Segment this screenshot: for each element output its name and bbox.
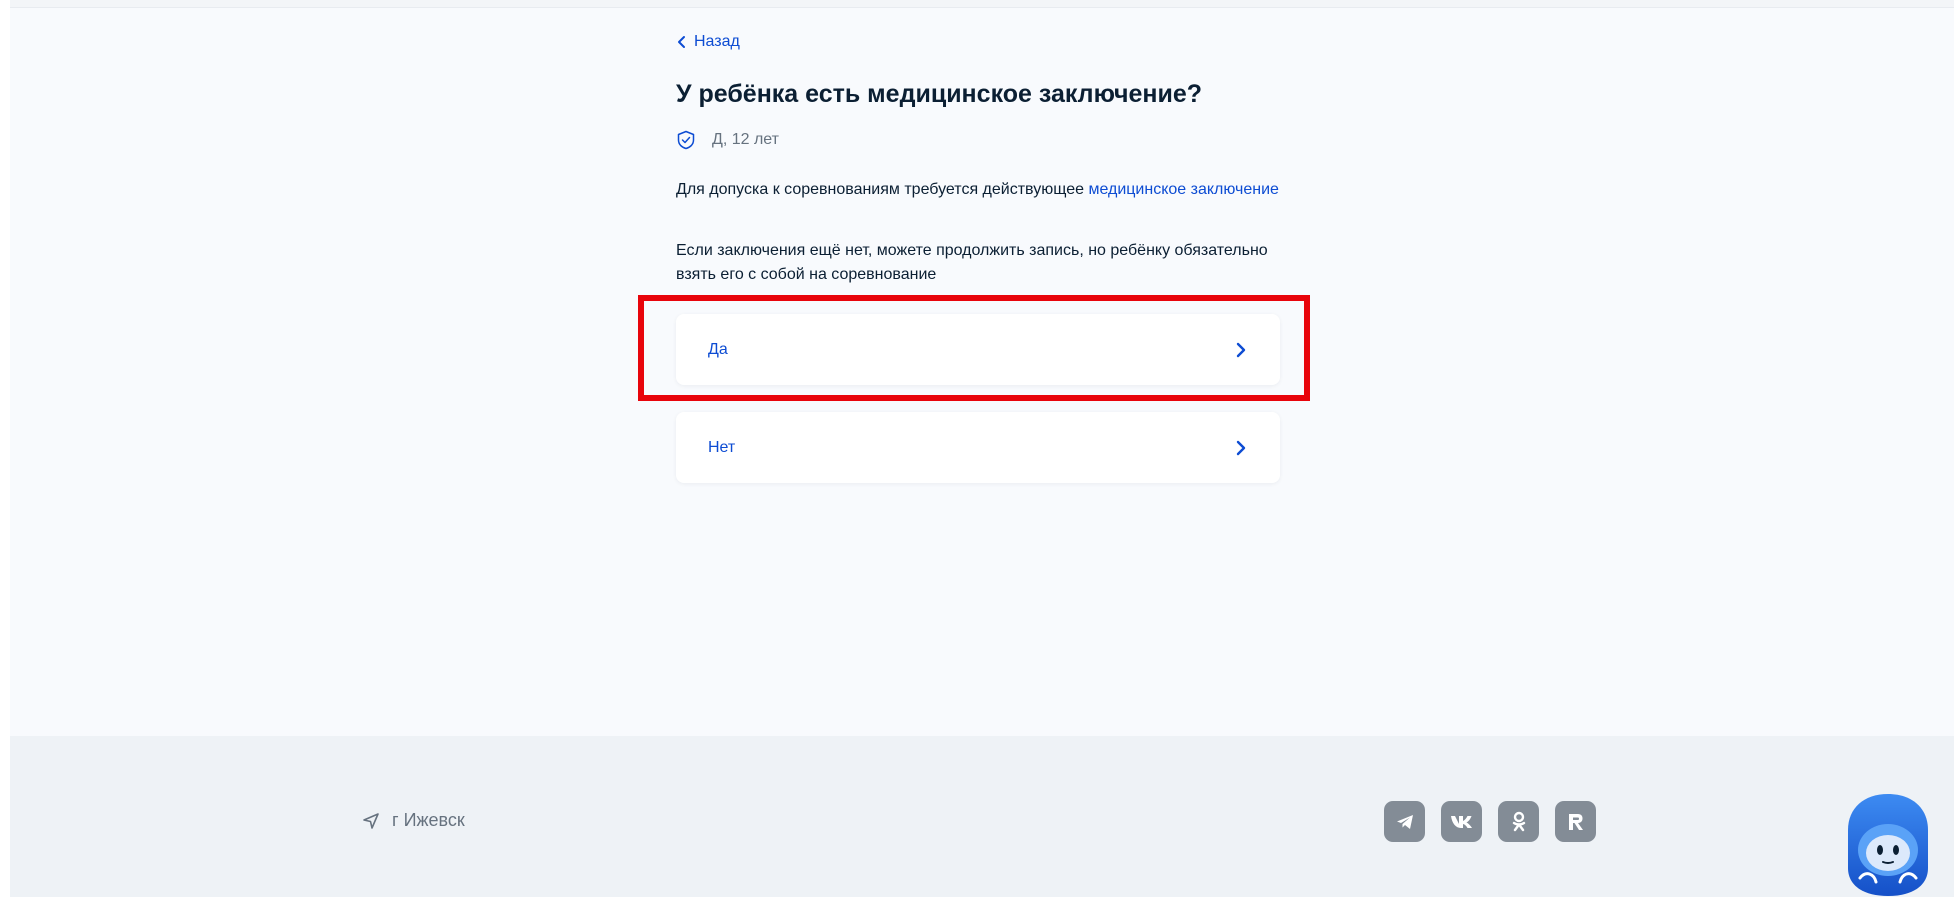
child-info: Д, 12 лет [676, 130, 779, 150]
chevron-right-icon [1236, 342, 1246, 357]
shield-check-icon [677, 130, 695, 150]
back-link[interactable]: Назад [676, 33, 740, 51]
page-title: У ребёнка есть медицинское заключение? [676, 80, 1203, 108]
child-label: Д, 12 лет [712, 131, 779, 148]
info-paragraph-1: Для допуска к соревнованиям требуется де… [676, 178, 1286, 202]
option-yes[interactable]: Да [676, 314, 1280, 385]
chevron-right-icon [1236, 440, 1246, 455]
info-text-1: Для допуска к соревнованиям требуется де… [676, 181, 1089, 198]
medical-certificate-link[interactable]: медицинское заключение [1088, 181, 1278, 198]
option-no-label: Нет [708, 438, 736, 456]
city-label: г Ижевск [392, 810, 465, 830]
social-links [1384, 801, 1612, 842]
rutube-icon[interactable] [1555, 801, 1596, 842]
chevron-left-icon [678, 36, 685, 48]
vk-icon[interactable] [1441, 801, 1482, 842]
header-divider [10, 0, 1954, 8]
footer [10, 736, 1954, 897]
option-yes-label: Да [708, 340, 728, 358]
city-selector[interactable]: г Ижевск [362, 810, 465, 831]
option-no[interactable]: Нет [676, 412, 1280, 483]
info-paragraph-2: Если заключения ещё нет, можете продолжи… [676, 242, 1268, 283]
back-label: Назад [694, 33, 740, 50]
telegram-icon[interactable] [1384, 801, 1425, 842]
assistant-bot-icon[interactable] [1840, 790, 1936, 897]
location-arrow-icon [363, 812, 379, 829]
ok-icon[interactable] [1498, 801, 1539, 842]
page: Назад У ребёнка есть медицинское заключе… [10, 0, 1954, 897]
